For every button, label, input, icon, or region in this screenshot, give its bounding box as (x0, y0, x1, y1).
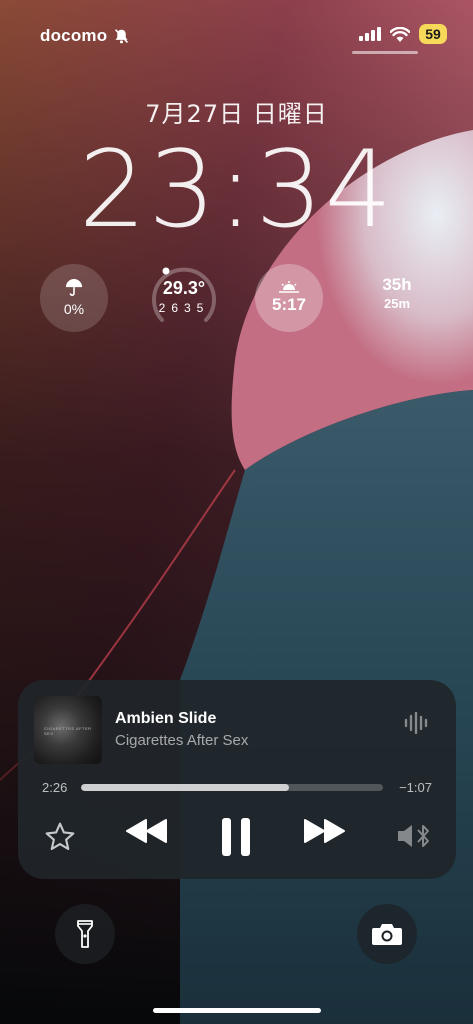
countdown-hours: 35h (382, 275, 412, 294)
flashlight-button[interactable] (55, 904, 115, 964)
elapsed-time: 2:26 (42, 780, 68, 795)
cellular-signal-icon (359, 27, 381, 41)
sunrise-time: 5:17 (271, 295, 307, 314)
temperature-range: 2635 (159, 301, 210, 315)
progress-fill (81, 784, 290, 791)
favorite-button[interactable] (44, 821, 76, 853)
pause-icon (222, 818, 250, 856)
camera-button[interactable] (357, 904, 417, 964)
flashlight-icon (77, 920, 93, 948)
temperature-low: 26 (158, 300, 184, 315)
remaining-time: −1:07 (399, 780, 432, 795)
umbrella-icon (65, 279, 83, 296)
temperature-widget[interactable]: 29.3° 2635 (148, 262, 220, 334)
song-title: Ambien Slide (115, 710, 217, 727)
sunrise-widget[interactable]: 5:17 (255, 264, 323, 332)
countdown-minutes: 25m (383, 296, 411, 311)
control-center-handle[interactable] (352, 51, 418, 54)
album-art[interactable]: CIGARETTES AFTER SEX (34, 696, 102, 764)
speaker-bluetooth-icon (398, 825, 429, 847)
home-indicator[interactable] (153, 1008, 321, 1013)
sunrise-icon (279, 281, 299, 293)
carrier-name: docomo (40, 26, 108, 45)
now-playing-card[interactable]: CIGARETTES AFTER SEX Ambien Slide Cigare… (18, 680, 456, 879)
lock-time: 23:34 (78, 128, 395, 251)
camera-icon (372, 924, 402, 945)
waveform-icon[interactable] (404, 712, 430, 734)
status-icons: 59 (359, 24, 447, 44)
album-art-text: CIGARETTES AFTER SEX (44, 726, 92, 736)
carrier-label: docomo (40, 26, 130, 46)
fast-forward-button[interactable] (301, 817, 347, 845)
rewind-button[interactable] (124, 817, 170, 845)
rain-chance: 0% (63, 301, 85, 317)
star-icon (45, 822, 75, 851)
battery-indicator: 59 (419, 24, 447, 44)
lock-date: 7月27日 日曜日 (145, 100, 328, 128)
rewind-icon (126, 819, 167, 843)
pause-button[interactable] (218, 816, 254, 858)
rain-widget[interactable]: 0% (40, 264, 108, 332)
countdown-widget[interactable]: 35h 25m (362, 275, 432, 311)
song-artist: Cigarettes After Sex (115, 732, 249, 749)
temperature-high: 35 (184, 300, 210, 315)
bell-slash-icon (115, 28, 129, 43)
temperature-current: 29.3° (162, 277, 206, 298)
fast-forward-icon (304, 819, 345, 843)
audio-output-button[interactable] (396, 822, 432, 850)
wifi-icon (390, 26, 410, 42)
progress-scrubber[interactable] (81, 784, 383, 791)
